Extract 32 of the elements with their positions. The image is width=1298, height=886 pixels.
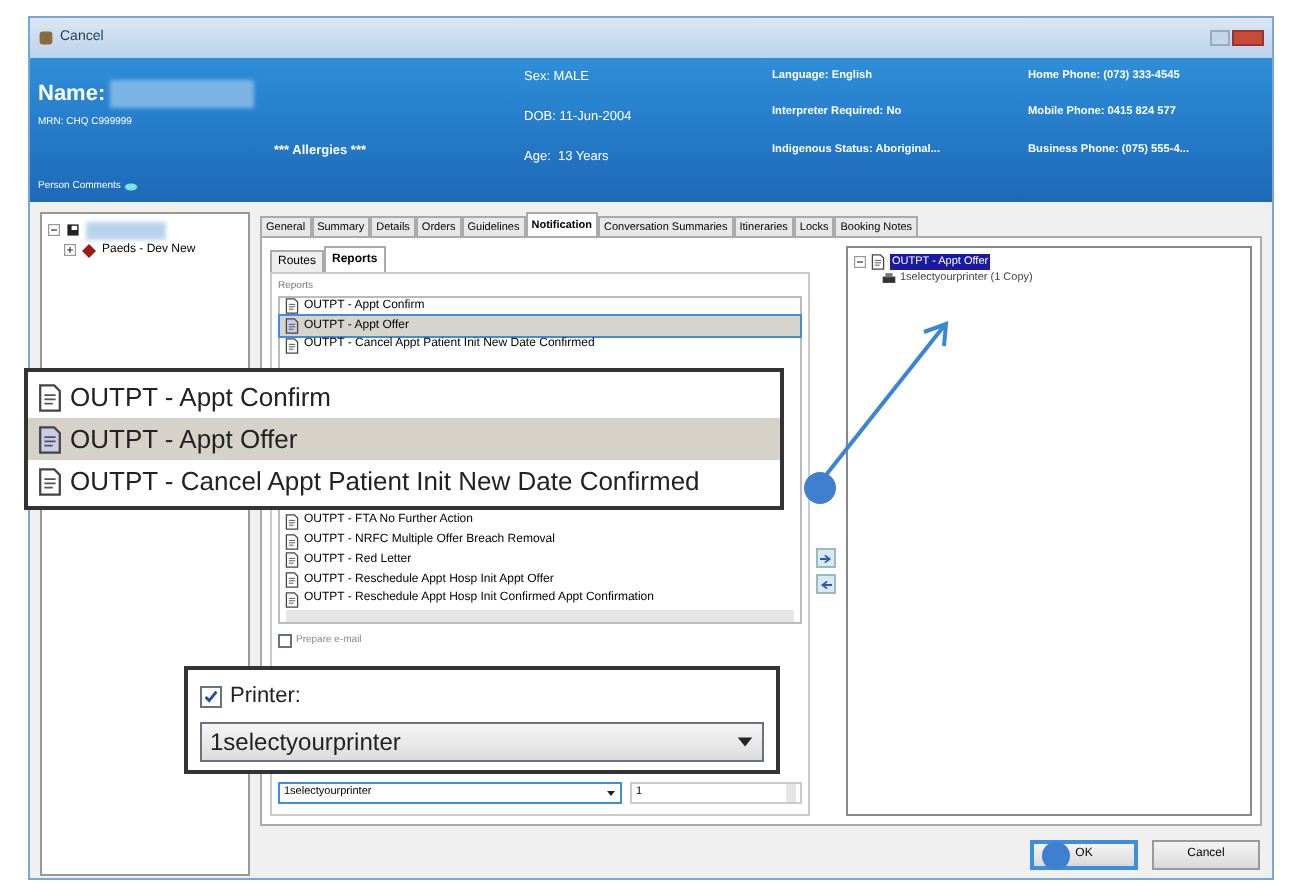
document-icon (36, 383, 64, 411)
diamond-icon (82, 243, 96, 257)
patient-icon (66, 222, 80, 238)
report-list-item[interactable]: OUTPT - Cancel Appt Patient Init New Date Confirmed (28, 460, 780, 502)
printer-dropdown[interactable]: 1selectyourprinter (200, 721, 764, 761)
report-list-item[interactable]: OUTPT - Appt Confirm (28, 376, 780, 418)
redacted-label (86, 221, 166, 239)
eye-icon[interactable] (124, 181, 139, 192)
checkbox[interactable] (200, 685, 222, 708)
remove-arrow-button[interactable] (816, 574, 836, 594)
marker-dot (804, 472, 836, 504)
caret-icon (606, 788, 616, 798)
collapse-icon[interactable] (48, 224, 60, 236)
arrow-icon (820, 553, 832, 563)
name-label: Name: (38, 80, 106, 110)
checkbox[interactable] (278, 633, 292, 648)
printer-label: Printer: (230, 682, 301, 712)
printer-icon (882, 272, 896, 285)
horizontal-scrollbar[interactable] (286, 609, 794, 622)
document-icon (36, 467, 64, 495)
app-icon (38, 30, 54, 46)
collapse-icon[interactable] (854, 256, 866, 269)
checkmark-icon (202, 687, 220, 706)
document-icon (284, 513, 300, 530)
document-icon (36, 425, 64, 453)
add-arrow-button[interactable] (816, 548, 836, 568)
document-icon (870, 254, 886, 271)
caret-icon (736, 732, 754, 750)
arrow-icon (820, 579, 832, 589)
expand-icon[interactable] (64, 244, 76, 256)
marker-dot (1042, 842, 1070, 870)
report-list-item[interactable]: OUTPT - Appt Offer (28, 418, 780, 460)
